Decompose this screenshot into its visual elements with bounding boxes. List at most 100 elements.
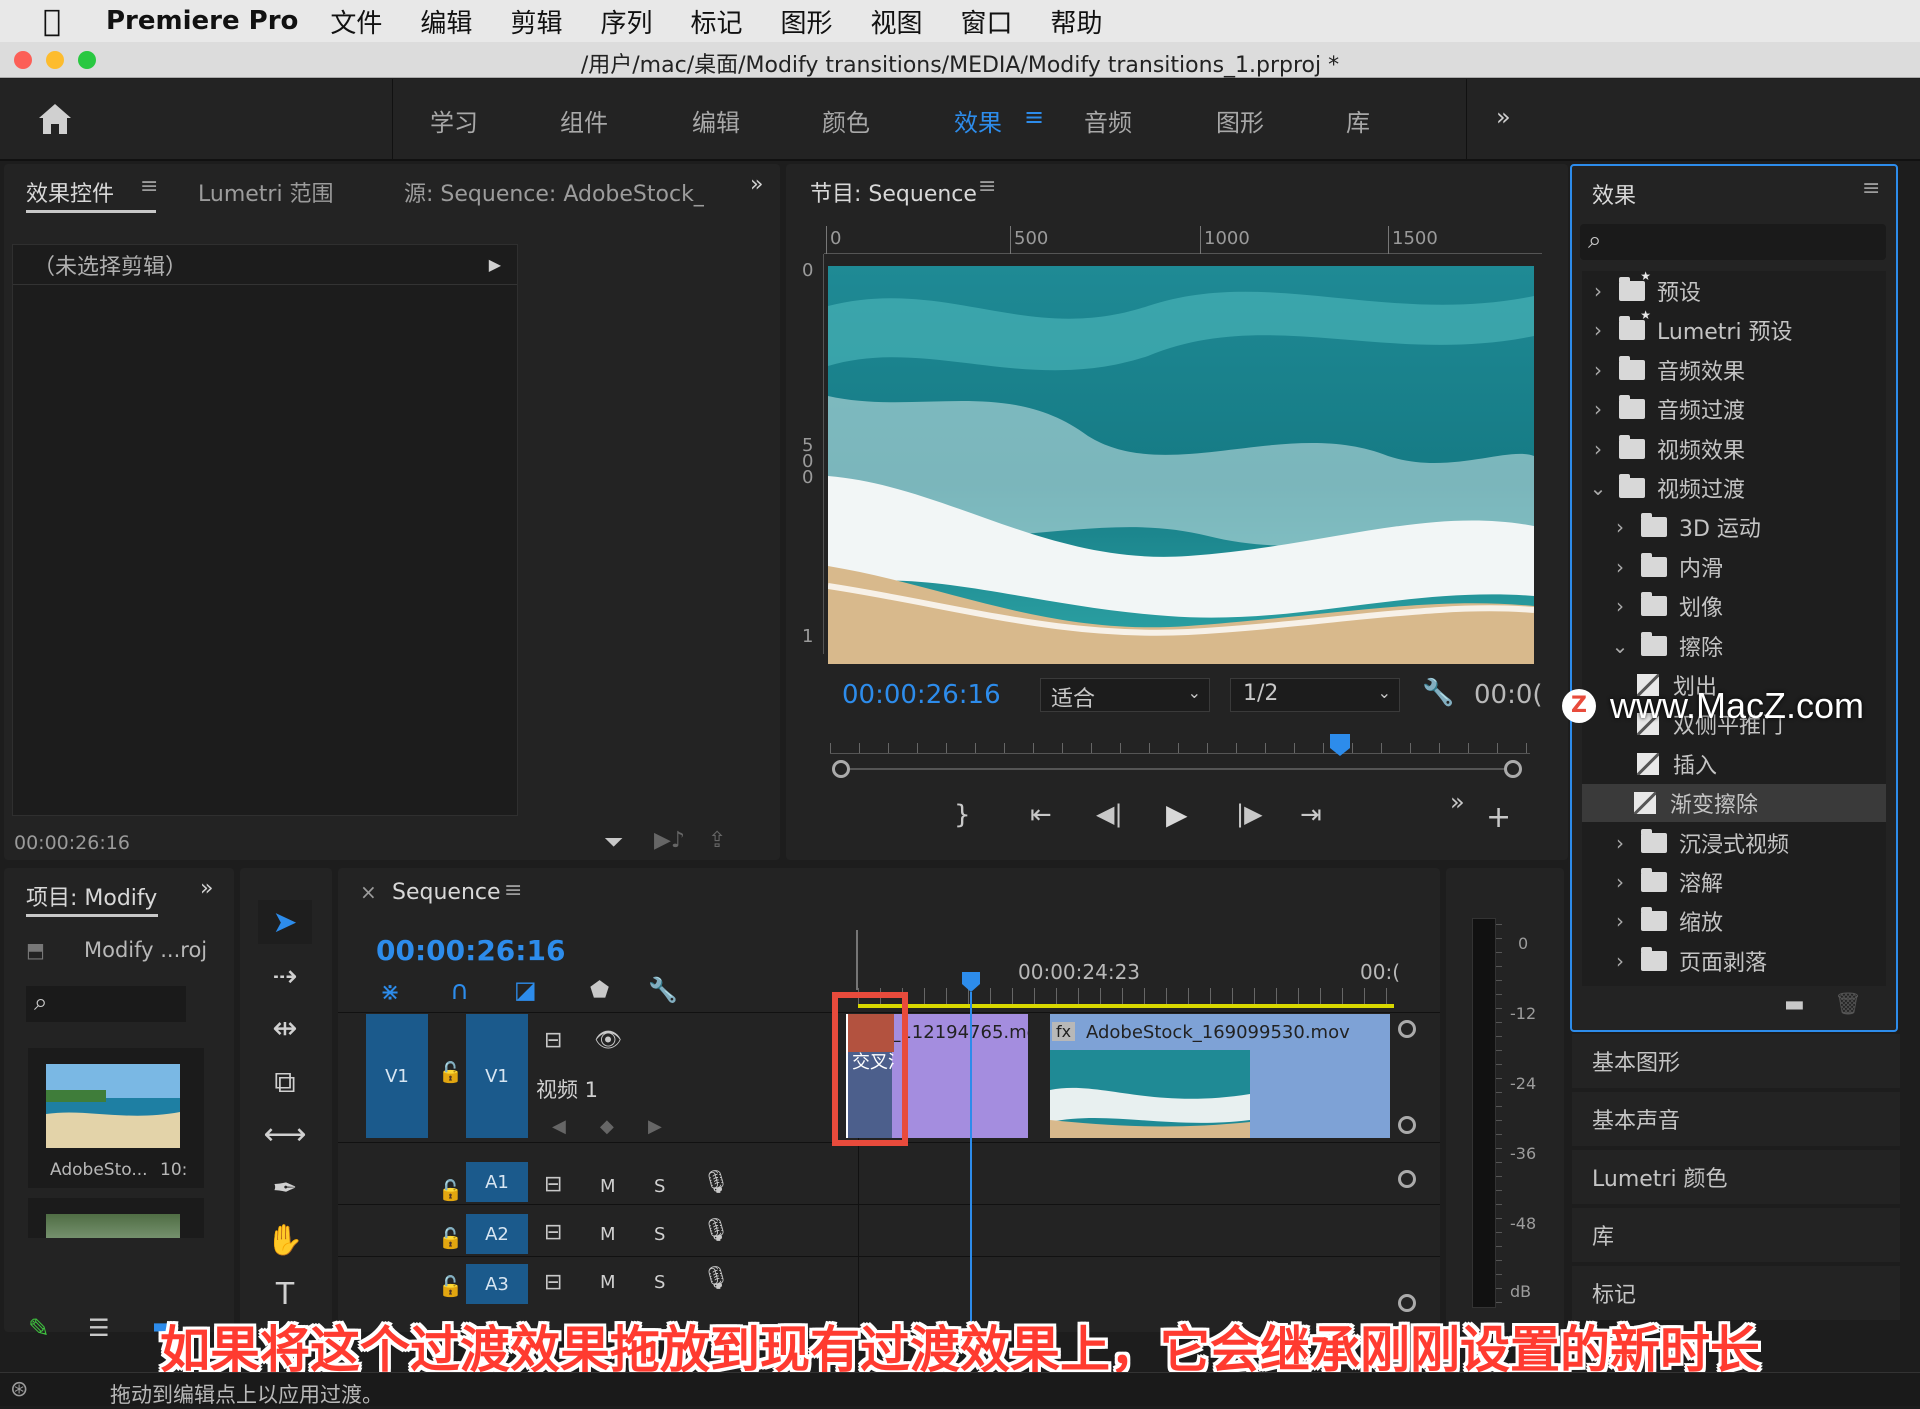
track-a1[interactable]: A1 [466, 1162, 528, 1202]
menu-window[interactable]: 窗口 [961, 3, 1013, 40]
wrench-icon[interactable]: 🔧 [1422, 678, 1454, 708]
chevron-right-icon[interactable]: › [1607, 555, 1633, 579]
project-search-input[interactable]: ⌕ [26, 986, 186, 1022]
effects-tree-item[interactable]: › 音频效果 [1585, 351, 1885, 389]
track-a2[interactable]: A2 [466, 1214, 528, 1254]
effects-tree-item[interactable]: › 页面剥落 [1585, 942, 1885, 980]
chevron-right-icon[interactable]: › [1607, 909, 1633, 933]
play-icon[interactable]: ▶ [1166, 798, 1188, 831]
chevron-right-icon[interactable]: › [1585, 358, 1611, 382]
mute-button[interactable]: M [600, 1224, 616, 1245]
vertical-zoom-handle[interactable] [1398, 1020, 1416, 1038]
effects-tree-item[interactable]: ⌄ 擦除 [1585, 627, 1885, 665]
slip-tool-icon[interactable]: ⟷ [258, 1112, 312, 1156]
effects-title[interactable]: 效果 [1592, 178, 1636, 210]
lock-icon[interactable]: 🔓 [438, 1178, 463, 1202]
app-menu[interactable]: Premiere Pro [106, 6, 298, 36]
chevron-right-icon[interactable]: › [1585, 397, 1611, 421]
track-a3[interactable]: A3 [466, 1264, 528, 1304]
effects-tree-item[interactable]: 插入 [1585, 745, 1885, 783]
linked-selection-icon[interactable]: ◪ [514, 976, 537, 1004]
hand-tool-icon[interactable]: ✋ [258, 1218, 312, 1262]
effects-tree-item[interactable]: › 音频过渡 [1585, 390, 1885, 428]
sync-lock-icon[interactable]: ⊟ [544, 1270, 562, 1295]
menu-sequence[interactable]: 序列 [600, 3, 652, 40]
lock-icon[interactable]: 🔓 [438, 1060, 463, 1084]
selection-tool-icon[interactable]: ➤ [258, 900, 312, 944]
essential-graphics-panel[interactable]: 基本图形 [1572, 1034, 1900, 1088]
track-select-tool-icon[interactable]: ⇢ [258, 954, 312, 998]
chevron-right-icon[interactable]: › [1607, 831, 1633, 855]
go-to-out-icon[interactable]: ⇥ [1300, 800, 1322, 830]
effects-tree-item[interactable]: › 沉浸式视频 [1585, 824, 1885, 862]
ripple-edit-tool-icon[interactable]: ⇹ [258, 1006, 312, 1050]
sync-lock-icon[interactable]: ⊟ [544, 1028, 562, 1053]
track-v1[interactable]: V1 [466, 1014, 528, 1138]
tab-learn[interactable]: 学习 [430, 103, 478, 138]
tab-editing[interactable]: 编辑 [692, 103, 740, 138]
video-clip[interactable]: fx AdobeStock_169099530.mov [1050, 1014, 1390, 1138]
effects-tree-item[interactable]: 渐变擦除 [1582, 784, 1886, 823]
solo-button[interactable]: S [654, 1272, 665, 1293]
resolution-dropdown[interactable]: 1/2 ⌄ [1230, 678, 1400, 712]
chevron-right-icon[interactable]: › [1585, 318, 1611, 342]
apple-icon[interactable]:  [22, 4, 82, 39]
vertical-zoom-handle[interactable] [1398, 1116, 1416, 1134]
sequence-title[interactable]: Sequence [392, 880, 501, 905]
vertical-zoom-handle[interactable] [1398, 1170, 1416, 1188]
effects-tree-item[interactable]: › 内滑 [1585, 548, 1885, 586]
eye-icon[interactable]: 👁 [594, 1028, 622, 1053]
chevron-right-icon[interactable]: › [1607, 949, 1633, 973]
project-item[interactable]: AdobeSto... 10: [28, 1048, 204, 1188]
sync-lock-icon[interactable]: ⊟ [544, 1172, 562, 1197]
solo-button[interactable]: S [654, 1224, 665, 1245]
mark-out-icon[interactable]: } [954, 800, 971, 830]
timeline-playhead-icon[interactable] [960, 970, 982, 994]
program-timecode[interactable]: 00:00:26:16 [842, 680, 1001, 710]
chevron-right-icon[interactable]: › [1607, 870, 1633, 894]
lock-icon[interactable]: 🔓 [438, 1274, 463, 1298]
chevron-right-icon[interactable]: › [1585, 279, 1611, 303]
menu-marker[interactable]: 标记 [690, 3, 742, 40]
libraries-panel[interactable]: 库 [1572, 1208, 1900, 1262]
essential-sound-panel[interactable]: 基本声音 [1572, 1092, 1900, 1146]
razor-tool-icon[interactable]: ⧉ [258, 1060, 312, 1104]
add-marker-icon[interactable]: ⬟ [590, 978, 609, 1003]
chevron-right-icon[interactable]: › [1607, 594, 1633, 618]
effects-tree-item[interactable]: ⌄ 视频过渡 [1585, 469, 1885, 507]
program-title[interactable]: 节目: Sequence [810, 176, 977, 208]
effects-tree-item[interactable]: › 3D 运动 [1585, 508, 1885, 546]
effects-menu-icon[interactable]: ≡ [1862, 176, 1880, 201]
home-icon[interactable] [36, 101, 74, 137]
chevron-down-icon[interactable]: ⌄ [1585, 476, 1611, 500]
filter-icon[interactable]: ⏷ [604, 828, 623, 856]
workspace-menu-icon[interactable]: ≡ [1024, 103, 1044, 131]
tab-effects[interactable]: 效果 [954, 103, 1002, 138]
effects-tree-item[interactable]: › 溶解 [1585, 863, 1885, 901]
project-title[interactable]: 项目: Modify [26, 880, 157, 912]
chevron-right-icon[interactable]: › [1585, 437, 1611, 461]
creative-cloud-icon[interactable]: ⊛ [10, 1377, 28, 1402]
tab-effect-controls[interactable]: 效果控件 [26, 176, 114, 208]
workspace-overflow-icon[interactable]: » [1496, 103, 1511, 131]
add-button-icon[interactable]: + [1486, 800, 1511, 835]
source-patch-v1[interactable]: V1 [366, 1014, 428, 1138]
sync-lock-icon[interactable]: ⊟ [544, 1220, 562, 1245]
effects-search-input[interactable]: ⌕ [1580, 224, 1886, 260]
tab-lumetri-scopes[interactable]: Lumetri 范围 [198, 176, 334, 208]
tab-color[interactable]: 颜色 [822, 103, 870, 138]
chevron-right-icon[interactable]: › [1607, 515, 1633, 539]
tab-source[interactable]: 源: Sequence: AdobeStock_169 [404, 176, 704, 208]
step-forward-icon[interactable]: |▶ [1236, 800, 1263, 828]
playhead-icon[interactable] [1328, 732, 1352, 758]
microphone-icon[interactable]: 🎙 [702, 1266, 730, 1291]
program-scrub-ruler[interactable] [830, 742, 1530, 754]
mute-button[interactable]: M [600, 1176, 616, 1197]
menu-edit[interactable]: 编辑 [420, 3, 472, 40]
step-back-icon[interactable]: ◀| [1096, 800, 1123, 828]
timeline-settings-icon[interactable]: 🔧 [648, 976, 678, 1004]
zoom-handle-right[interactable] [1504, 760, 1522, 778]
snap-icon[interactable]: ∩ [450, 976, 469, 1006]
transport-overflow-icon[interactable]: » [1450, 788, 1465, 816]
effects-tree-item[interactable]: › 缩放 [1585, 902, 1885, 940]
